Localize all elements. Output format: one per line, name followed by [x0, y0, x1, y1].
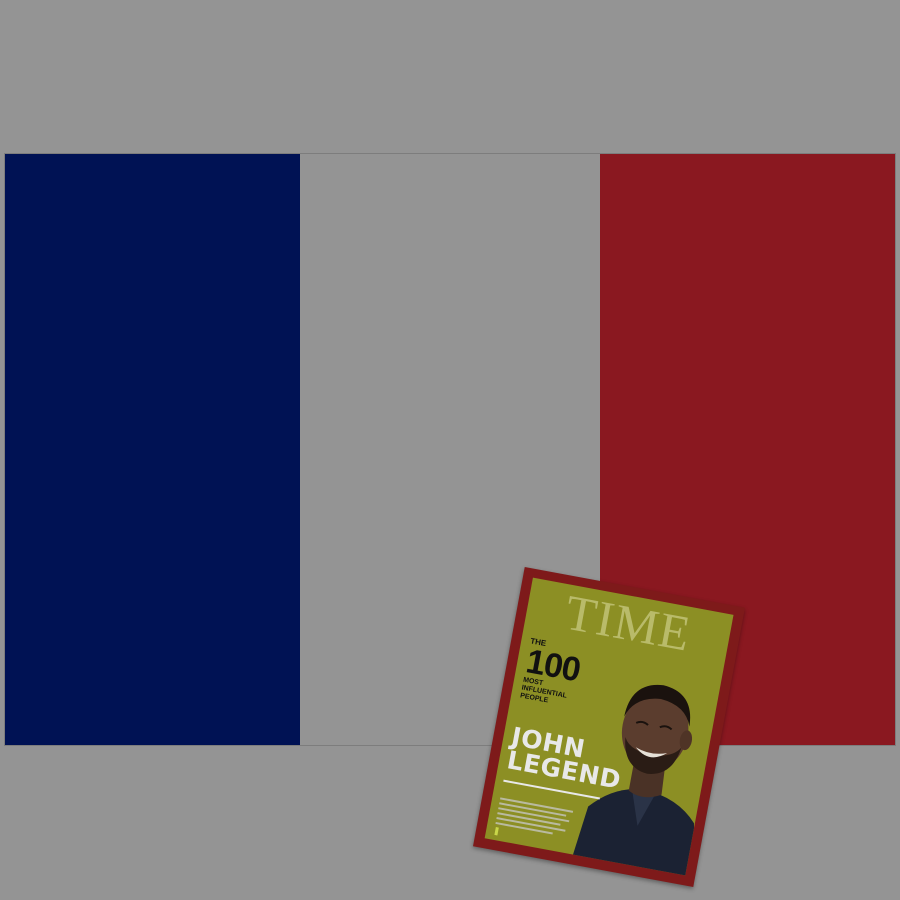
flag-blue-band [5, 154, 300, 745]
green-accent-mark [494, 827, 499, 836]
image-canvas: TIME THE 100 MOST INFLUENTIAL PEOPLE JOH… [0, 0, 900, 900]
cover-panel: TIME THE 100 MOST INFLUENTIAL PEOPLE JOH… [484, 577, 734, 876]
french-flag [5, 154, 895, 745]
cover-blurb-lines [495, 797, 574, 840]
